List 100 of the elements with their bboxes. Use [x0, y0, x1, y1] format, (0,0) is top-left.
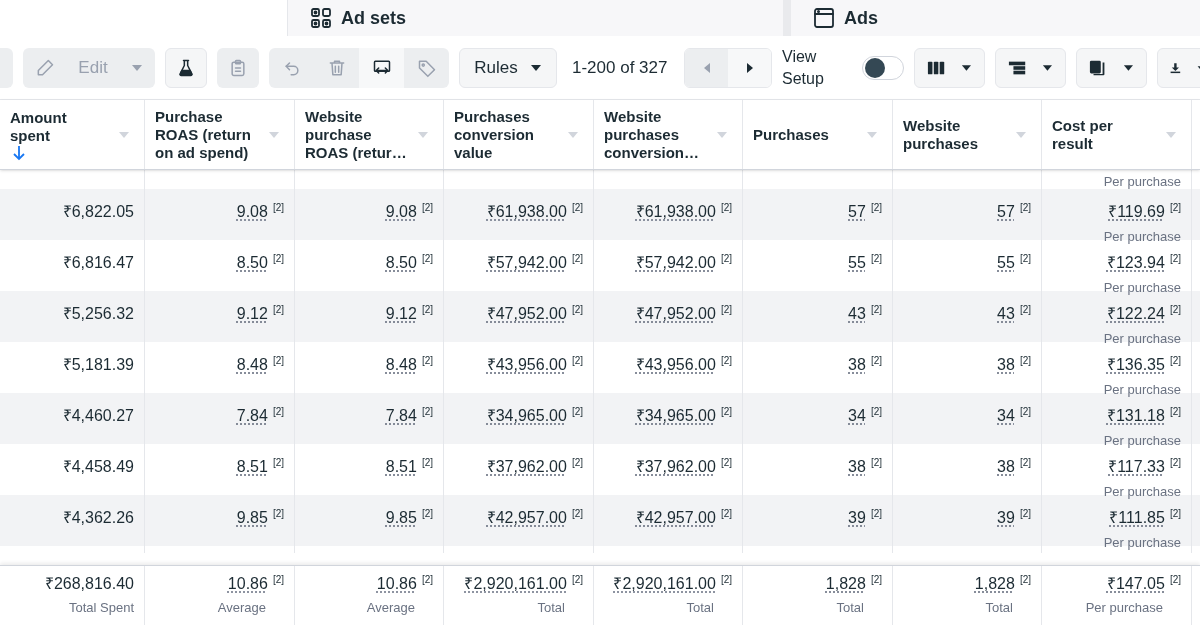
footnote-mark: [2]	[870, 252, 882, 266]
cell-value: 8.50	[236, 253, 268, 273]
footnote-mark: [2]	[571, 507, 583, 521]
cell-value: ₹47,952.00	[635, 304, 716, 324]
footnote-mark: [2]	[421, 201, 433, 215]
cell-value: 38	[997, 355, 1015, 375]
cell-value: ₹57,942.00	[635, 253, 716, 273]
total-label: Total	[686, 599, 715, 617]
cell-value: 9.12	[236, 304, 268, 324]
footnote-mark: [2]	[1019, 456, 1031, 470]
footnote-mark: [2]	[571, 573, 583, 587]
cell-value: 39	[848, 508, 866, 528]
footnote-mark: [2]	[1019, 573, 1031, 587]
cell-value: 55	[848, 253, 866, 273]
footnote-mark: [2]	[571, 456, 583, 470]
footnote-mark: [2]	[870, 354, 882, 368]
cell-value: 43	[997, 304, 1015, 324]
rules-button[interactable]: Rules	[459, 47, 557, 88]
cell-value: ₹61,938.00	[486, 202, 567, 222]
cell-value: 38	[997, 457, 1015, 477]
footnote-mark: [2]	[1169, 573, 1181, 587]
column-header[interactable]: Purchases	[753, 125, 858, 144]
footnote-mark: [2]	[720, 507, 732, 521]
footnote-mark: [2]	[571, 354, 583, 368]
cell-value: 9.08	[236, 202, 268, 222]
cell-caption: Per purchase	[1103, 228, 1181, 246]
cell-value: 34	[848, 406, 866, 426]
column-header[interactable]: Website purchases conversion…	[604, 107, 708, 162]
total-label: Total	[985, 599, 1014, 617]
footnote-mark: [2]	[1019, 252, 1031, 266]
footnote-mark: [2]	[1169, 456, 1181, 470]
total-label: Average	[366, 599, 416, 617]
cell-value: ₹57,942.00	[486, 253, 567, 273]
cell-value: 10.86	[227, 574, 268, 594]
tab[interactable]: Ads	[791, 0, 1200, 36]
footnote-mark: [2]	[870, 303, 882, 317]
footnote-mark: [2]	[571, 405, 583, 419]
cell-value: 34	[997, 406, 1015, 426]
footnote-mark: [2]	[720, 573, 732, 587]
cell-caption: Per purchase	[1103, 330, 1181, 348]
column-header[interactable]: Purchase ROAS (return on ad spend)	[155, 107, 260, 162]
column-header[interactable]: Website purchases	[903, 116, 1007, 153]
cell-value: ₹5,181.39	[62, 355, 134, 375]
cell-value: ₹6,822.05	[62, 202, 134, 222]
tab[interactable]: Ad sets	[287, 0, 791, 36]
cell-value: 1,828	[974, 574, 1015, 594]
cell-value: ₹37,962.00	[635, 457, 716, 477]
footnote-mark: [2]	[571, 201, 583, 215]
footnote-mark: [2]	[870, 201, 882, 215]
footnote-mark: [2]	[272, 456, 284, 470]
total-label: Total	[537, 599, 566, 617]
footnote-mark: [2]	[1019, 201, 1031, 215]
cell-value: ₹6,816.47	[62, 253, 134, 273]
footnote-mark: [2]	[870, 573, 882, 587]
cell-value: ₹4,458.49	[62, 457, 134, 477]
footnote-mark: [2]	[571, 303, 583, 317]
cell-value: 38	[848, 355, 866, 375]
footnote-mark: [2]	[1169, 507, 1181, 521]
footnote-mark: [2]	[1169, 354, 1181, 368]
cell-value: 38	[848, 457, 866, 477]
column-header[interactable]: Amount spent	[10, 108, 110, 145]
footnote-mark: [2]	[421, 507, 433, 521]
cell-caption: Per purchase	[1103, 534, 1181, 552]
column-header[interactable]: Website purchase ROAS (retur…	[305, 107, 409, 162]
cell-value: ₹119.69	[1108, 202, 1165, 222]
footnote-mark: [2]	[272, 507, 284, 521]
column-header[interactable]: Purchases conversion value	[454, 107, 559, 162]
footnote-mark: [2]	[272, 573, 284, 587]
footnote-mark: [2]	[421, 252, 433, 266]
cell-value: 9.85	[385, 508, 417, 528]
column-header[interactable]: Cost per result	[1052, 116, 1157, 153]
cell-value: ₹43,956.00	[486, 355, 567, 375]
total-label: Total Spent	[68, 599, 134, 617]
cell-value: ₹47,952.00	[486, 304, 567, 324]
footnote-mark: [2]	[1019, 507, 1031, 521]
cell-value: ₹34,965.00	[486, 406, 567, 426]
cell-value: 43	[848, 304, 866, 324]
cell-value: 8.48	[236, 355, 268, 375]
footnote-mark: [2]	[421, 354, 433, 368]
footnote-mark: [2]	[421, 303, 433, 317]
cell-caption: Per purchase	[1103, 432, 1181, 450]
cell-value: ₹61,938.00	[635, 202, 716, 222]
cell-value: 9.12	[385, 304, 417, 324]
page-range: 1-200 of 327	[572, 56, 669, 79]
footnote-mark: [2]	[1169, 201, 1181, 215]
cell-value: 39	[997, 508, 1015, 528]
cell-value: ₹4,362.26	[62, 508, 134, 528]
cell-value: ₹5,256.32	[62, 304, 134, 324]
cell-value: 9.08	[385, 202, 417, 222]
footnote-mark: [2]	[870, 507, 882, 521]
footnote-mark: [2]	[1019, 303, 1031, 317]
footnote-mark: [2]	[720, 405, 732, 419]
cell-value: 7.84	[385, 406, 417, 426]
footnote-mark: [2]	[421, 405, 433, 419]
footnote-mark: [2]	[720, 354, 732, 368]
footnote-mark: [2]	[272, 354, 284, 368]
footnote-mark: [2]	[272, 303, 284, 317]
footnote-mark: [2]	[720, 201, 732, 215]
cell-value: ₹117.33	[1108, 457, 1165, 477]
footnote-mark: [2]	[1169, 405, 1181, 419]
